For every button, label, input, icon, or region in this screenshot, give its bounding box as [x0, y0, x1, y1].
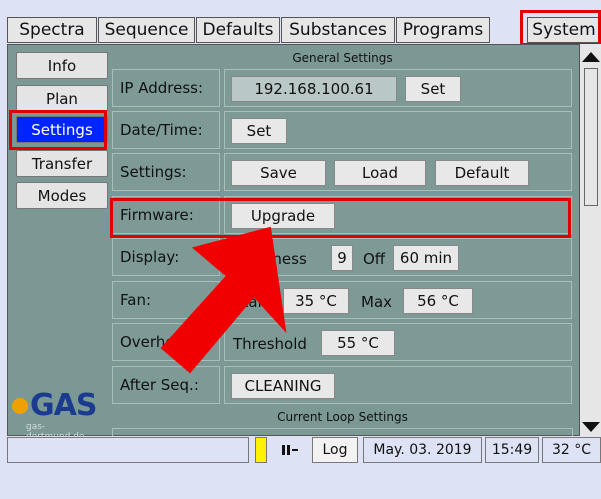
sidebar-info[interactable]: Info: [16, 52, 108, 79]
battery-icon: [255, 437, 267, 463]
tab-system[interactable]: System: [527, 17, 601, 43]
brightness-value[interactable]: 9: [331, 245, 353, 271]
next-row-partial: [112, 428, 573, 436]
row-datetime: Date/Time: Set: [112, 111, 573, 149]
ip-set-button[interactable]: Set: [405, 76, 461, 102]
settings-default-button[interactable]: Default: [435, 160, 529, 186]
log-button[interactable]: Log: [312, 437, 358, 463]
app-window: Spectra Sequence Defaults Substances Pro…: [0, 0, 601, 499]
tab-programs[interactable]: Programs: [396, 17, 490, 43]
tab-substances[interactable]: Substances: [281, 17, 395, 43]
status-empty: [7, 437, 249, 463]
sidebar-transfer[interactable]: Transfer: [16, 150, 108, 177]
off-label: Off: [363, 250, 386, 268]
datetime-value-box: Set: [224, 111, 572, 149]
tab-sequence[interactable]: Sequence: [98, 17, 195, 43]
section-general-title: General Settings: [292, 51, 393, 65]
red-arrow-icon: [160, 226, 287, 374]
sidebar-modes[interactable]: Modes: [16, 182, 108, 209]
scrollbar[interactable]: [579, 44, 601, 436]
settings-load-button[interactable]: Load: [334, 160, 426, 186]
row-settings: Settings: Save Load Default: [112, 153, 573, 191]
status-temp: 32 °C: [542, 437, 601, 463]
ip-field[interactable]: 192.168.100.61: [231, 76, 397, 102]
datetime-set-button[interactable]: Set: [231, 118, 287, 144]
ip-value-box: 192.168.100.61 Set: [224, 69, 572, 107]
section-current-title: Current Loop Settings: [277, 410, 408, 424]
scroll-down-icon[interactable]: [580, 416, 601, 436]
scroll-up-icon[interactable]: [580, 48, 601, 68]
fan-max-label: Max: [361, 293, 393, 311]
tab-spectra[interactable]: Spectra: [7, 17, 97, 43]
settings-value-box: Save Load Default: [224, 153, 572, 191]
threshold-value[interactable]: 55 °C: [321, 330, 395, 356]
settings-label: Settings:: [112, 153, 220, 191]
off-value[interactable]: 60 min: [393, 245, 459, 271]
status-bar: Log May. 03. 2019 15:49 32 °C: [7, 437, 601, 463]
tab-defaults[interactable]: Defaults: [196, 17, 280, 43]
settings-save-button[interactable]: Save: [231, 160, 326, 186]
ip-label: IP Address:: [112, 69, 220, 107]
datetime-label: Date/Time:: [112, 111, 220, 149]
sidebar-plan[interactable]: Plan: [16, 85, 108, 112]
sidebar-settings[interactable]: Settings: [16, 116, 108, 143]
top-tab-bar: Spectra Sequence Defaults Substances Pro…: [0, 0, 601, 44]
logo-text: GAS: [30, 388, 97, 423]
status-date: May. 03. 2019: [363, 437, 482, 463]
logo-dot-icon: [12, 398, 28, 414]
scroll-thumb[interactable]: [584, 68, 598, 206]
row-ip: IP Address: 192.168.100.61 Set: [112, 69, 573, 107]
fan-max-value[interactable]: 56 °C: [403, 288, 473, 314]
status-time: 15:49: [485, 437, 539, 463]
signal-icon: [269, 437, 311, 463]
